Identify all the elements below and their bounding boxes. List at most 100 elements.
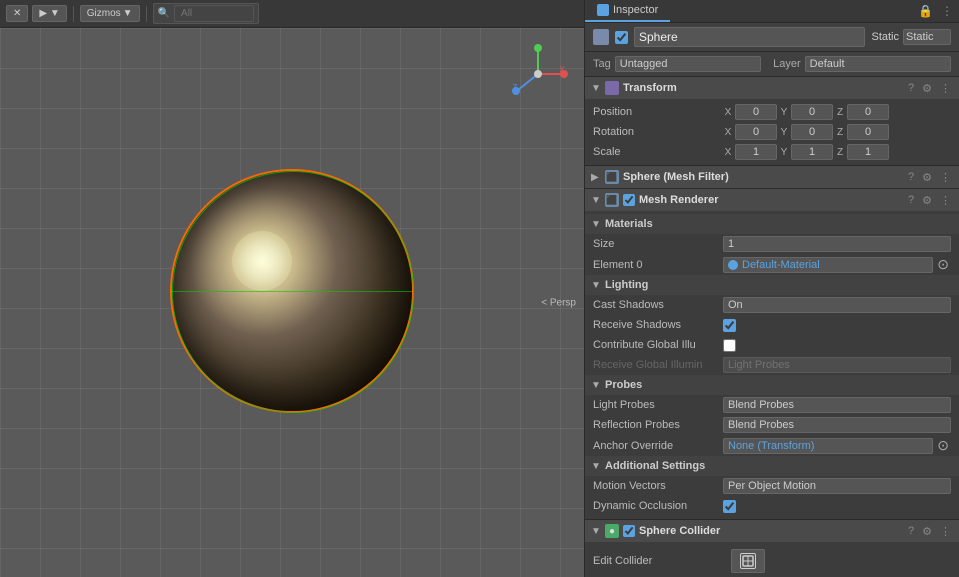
light-probes-value: Blend Probes Off Use Proxy Volume <box>723 397 951 413</box>
viewport: ✕ ▶ ▼ Gizmos ▼ 🔍 <box>0 0 584 577</box>
edit-collider-button[interactable] <box>731 549 765 573</box>
gizmos-button[interactable]: Gizmos ▼ <box>80 5 140 22</box>
transform-component-header[interactable]: ▼ Transform ? ⚙ ⋮ <box>585 77 959 99</box>
more-options-icon[interactable]: ⋮ <box>939 2 955 20</box>
materials-section-header[interactable]: ▼ Materials <box>585 214 959 234</box>
inspector-panel: Inspector 🔒 ⋮ Static Static Tag Untagged <box>584 0 959 577</box>
receive-shadows-checkbox[interactable] <box>723 319 736 332</box>
static-label: Static <box>871 31 899 43</box>
mesh-filter-settings-icon[interactable]: ⚙ <box>920 171 934 184</box>
svg-text:Z: Z <box>513 83 518 92</box>
light-probes-dropdown[interactable]: Blend Probes Off Use Proxy Volume <box>723 397 951 413</box>
mesh-renderer-settings-icon[interactable]: ⚙ <box>920 194 934 207</box>
scale-x-input[interactable] <box>735 144 777 160</box>
rotation-xyz: X Y Z <box>723 124 951 140</box>
mesh-filter-icon: ⬛ <box>605 170 619 184</box>
mesh-renderer-title: Mesh Renderer <box>639 194 902 206</box>
viewport-canvas[interactable]: X Y Z < Persp <box>0 28 584 577</box>
object-name-input[interactable] <box>634 27 865 47</box>
mesh-renderer-more-icon[interactable]: ⋮ <box>938 194 953 207</box>
sphere-collider-more-icon[interactable]: ⋮ <box>938 525 953 538</box>
dynamic-occlusion-label: Dynamic Occlusion <box>593 500 723 512</box>
rot-z-input[interactable] <box>847 124 889 140</box>
element0-pick-icon[interactable]: ⊙ <box>935 256 951 273</box>
transform-more-icon[interactable]: ⋮ <box>938 82 953 95</box>
mesh-renderer-help-icon[interactable]: ? <box>906 194 916 207</box>
transform-collapse-arrow: ▼ <box>591 83 601 94</box>
transform-component: ▼ Transform ? ⚙ ⋮ Position X Y <box>585 77 959 166</box>
rot-y-label: Y <box>779 127 789 138</box>
probes-section-header[interactable]: ▼ Probes <box>585 375 959 395</box>
sphere-collider-help-icon[interactable]: ? <box>906 525 916 538</box>
transform-settings-icon[interactable]: ⚙ <box>920 82 934 95</box>
gizmos-label: Gizmos <box>87 8 121 19</box>
sphere-collider-title: Sphere Collider <box>639 525 902 537</box>
sphere-collider-body: Edit Collider <box>585 542 959 577</box>
pos-z-input[interactable] <box>847 104 889 120</box>
pos-y-input[interactable] <box>791 104 833 120</box>
mesh-filter-title: Sphere (Mesh Filter) <box>623 171 902 183</box>
scale-z-input[interactable] <box>847 144 889 160</box>
transform-body: Position X Y Z Rotation X <box>585 99 959 165</box>
edit-collider-label: Edit Collider <box>593 555 723 567</box>
move-tool-button[interactable]: ✕ <box>6 5 28 22</box>
mesh-renderer-active-checkbox[interactable] <box>623 194 635 206</box>
scale-label: Scale <box>593 146 723 158</box>
cast-shadows-dropdown[interactable]: On Off Two Sided Shadows Only <box>723 297 951 313</box>
dynamic-occlusion-row: Dynamic Occlusion <box>585 496 959 516</box>
search-input[interactable] <box>174 5 254 22</box>
camera-button[interactable]: ▶ ▼ <box>32 5 66 22</box>
svg-text:Y: Y <box>535 44 541 49</box>
scale-y-input[interactable] <box>791 144 833 160</box>
rot-x-input[interactable] <box>735 124 777 140</box>
rot-y-input[interactable] <box>791 124 833 140</box>
mesh-renderer-header[interactable]: ▼ ⬛ Mesh Renderer ? ⚙ ⋮ <box>585 189 959 211</box>
mesh-filter-help-icon[interactable]: ? <box>906 171 916 184</box>
additional-section-header[interactable]: ▼ Additional Settings <box>585 456 959 476</box>
mesh-renderer-component: ▼ ⬛ Mesh Renderer ? ⚙ ⋮ ▼ Materials Size <box>585 189 959 520</box>
position-xyz: X Y Z <box>723 104 951 120</box>
tag-layer-row: Tag Untagged Layer Default <box>585 52 959 77</box>
reflection-probes-dropdown[interactable]: Blend Probes Off <box>723 417 951 433</box>
mesh-filter-header[interactable]: ▶ ⬛ Sphere (Mesh Filter) ? ⚙ ⋮ <box>585 166 959 188</box>
lock-icon[interactable]: 🔒 <box>916 2 935 20</box>
sphere-collider-active-checkbox[interactable] <box>623 525 635 537</box>
object-active-checkbox[interactable] <box>615 31 628 44</box>
tag-dropdown[interactable]: Untagged <box>615 56 761 72</box>
sphere-collider-header[interactable]: ▼ ● Sphere Collider ? ⚙ ⋮ <box>585 520 959 542</box>
receive-shadows-label: Receive Shadows <box>593 319 723 331</box>
dynamic-occlusion-checkbox[interactable] <box>723 500 736 513</box>
contribute-gi-checkbox[interactable] <box>723 339 736 352</box>
sphere-collider-settings-icon[interactable]: ⚙ <box>920 525 934 538</box>
rotation-row: Rotation X Y Z <box>585 122 959 142</box>
lighting-section-header[interactable]: ▼ Lighting <box>585 275 959 295</box>
motion-vectors-label: Motion Vectors <box>593 480 723 492</box>
materials-arrow: ▼ <box>591 219 601 230</box>
element0-ref: Default-Material <box>723 257 933 273</box>
receive-gi-label: Receive Global Illumin <box>593 359 723 371</box>
materials-size-value <box>723 236 951 252</box>
receive-gi-dropdown[interactable]: Light Probes <box>723 357 951 373</box>
element0-row: Element 0 Default-Material ⊙ <box>585 254 959 275</box>
layer-dropdown[interactable]: Default <box>805 56 951 72</box>
scene-gizmo[interactable]: X Y Z <box>508 44 568 104</box>
lighting-section-title: Lighting <box>605 279 648 291</box>
motion-vectors-dropdown[interactable]: Per Object Motion Camera Motion Force No… <box>723 478 951 494</box>
edit-collider-row: Edit Collider <box>585 545 959 577</box>
pos-x-input[interactable] <box>735 104 777 120</box>
mesh-filter-more-icon[interactable]: ⋮ <box>938 171 953 184</box>
materials-size-input[interactable] <box>723 236 951 252</box>
element0-value: Default-Material ⊙ <box>723 256 951 273</box>
inspector-tab-icon <box>597 4 609 16</box>
cast-shadows-row: Cast Shadows On Off Two Sided Shadows On… <box>585 295 959 315</box>
static-dropdown[interactable]: Static <box>903 29 951 45</box>
motion-vectors-row: Motion Vectors Per Object Motion Camera … <box>585 476 959 496</box>
inspector-tab-actions: 🔒 ⋮ <box>916 0 959 22</box>
anchor-override-pick-icon[interactable]: ⊙ <box>935 437 951 454</box>
sphere-collider-icon: ● <box>605 524 619 538</box>
viewport-toolbar: ✕ ▶ ▼ Gizmos ▼ 🔍 <box>0 0 584 28</box>
inspector-tab[interactable]: Inspector <box>585 0 670 22</box>
receive-shadows-row: Receive Shadows <box>585 315 959 335</box>
sphere-object[interactable] <box>172 171 412 411</box>
transform-help-icon[interactable]: ? <box>906 82 916 95</box>
